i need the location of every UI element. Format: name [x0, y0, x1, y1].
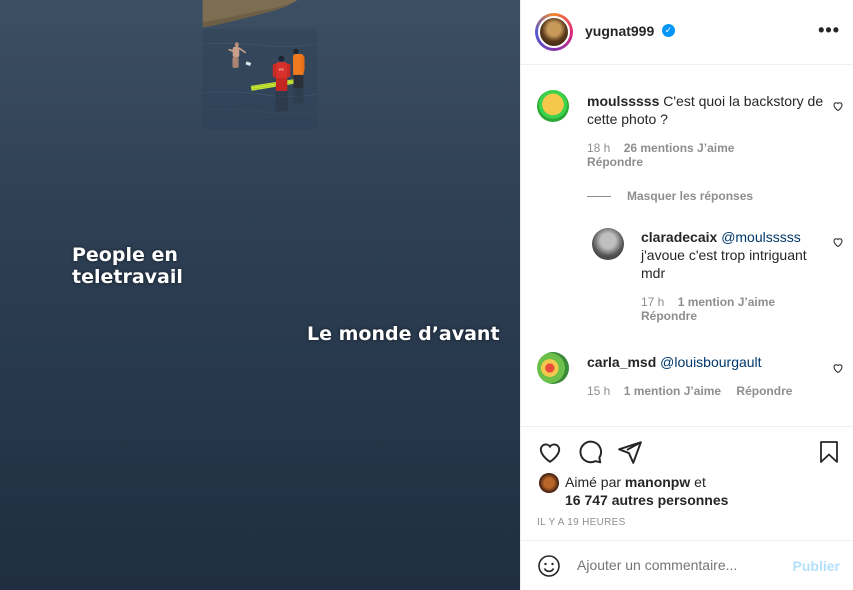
like-comment-heart-icon[interactable] — [832, 100, 844, 112]
photo-caption-left: People en teletravail — [72, 244, 183, 288]
commenter-username[interactable]: carla_msd — [587, 354, 656, 370]
comment-meta: 17 h 1 mention J’aime Répondre — [641, 295, 775, 323]
commenter-username[interactable]: claradecaix — [641, 229, 717, 245]
commenter-avatar[interactable] — [592, 228, 624, 260]
reply-button[interactable]: Répondre — [736, 384, 792, 398]
comment-item: moulsssss C'est quoi la backstory de cet… — [521, 66, 853, 186]
comment-reply: claradecaix @moulsssss j'avoue c'est tro… — [521, 216, 853, 336]
add-comment-bar: Publier — [521, 540, 853, 590]
likes-count[interactable]: 16 747 autres personnes — [565, 491, 728, 509]
post-header: yugnat999 ✓ ••• — [521, 0, 853, 65]
comments-list[interactable]: moulsssss C'est quoi la backstory de cet… — [521, 66, 853, 426]
comment-text: carla_msd @louisbourgault — [587, 353, 827, 371]
comment-time[interactable]: 17 h — [641, 295, 664, 309]
photo-caption-right: Le monde d’avant — [307, 323, 500, 345]
like-heart-icon[interactable] — [537, 439, 563, 465]
comment-item: carla_msd @louisbourgault 15 h 1 mention… — [521, 346, 853, 426]
story-ring[interactable] — [535, 13, 573, 51]
more-options-icon[interactable]: ••• — [818, 20, 840, 41]
divider-line — [587, 196, 611, 198]
comment-text: moulsssss C'est quoi la backstory de cet… — [587, 93, 824, 127]
post-author-username[interactable]: yugnat999 — [585, 23, 654, 39]
comment-likes[interactable]: 1 mention J’aime — [624, 384, 721, 398]
reply-button[interactable]: Répondre — [641, 309, 697, 323]
like-comment-heart-icon[interactable] — [832, 236, 844, 248]
liker-avatar[interactable] — [539, 473, 559, 493]
comment-bubble-icon[interactable] — [577, 439, 603, 465]
post-photo[interactable]: МЧС People en teletravail Le monde d’ava… — [0, 0, 520, 590]
comment-meta: 18 h 26 mentions J’aime Répondre — [587, 141, 734, 169]
hide-replies-button[interactable]: Masquer les réponses — [587, 189, 753, 203]
share-send-icon[interactable] — [617, 439, 643, 465]
comment-likes[interactable]: 1 mention J’aime — [678, 295, 775, 309]
commenter-username[interactable]: moulsssss — [587, 93, 659, 109]
reply-button[interactable]: Répondre — [587, 155, 643, 169]
mention-link[interactable]: @moulsssss — [721, 229, 801, 245]
comment-time[interactable]: 18 h — [587, 141, 610, 155]
svg-text:МЧС: МЧС — [279, 69, 285, 72]
comment-input[interactable] — [577, 557, 777, 573]
commenter-avatar[interactable] — [537, 90, 569, 122]
publish-button[interactable]: Publier — [793, 558, 840, 574]
liked-by-line: Aimé par manonpw et — [565, 474, 706, 490]
post-actions: Aimé par manonpw et 16 747 autres person… — [521, 426, 853, 540]
commenter-avatar[interactable] — [537, 352, 569, 384]
comment-time[interactable]: 15 h — [587, 384, 610, 398]
liker-username[interactable]: manonpw — [625, 474, 690, 490]
verified-badge-icon: ✓ — [662, 24, 675, 37]
comment-likes[interactable]: 26 mentions J’aime — [624, 141, 735, 155]
avatar[interactable] — [538, 16, 570, 48]
bookmark-icon[interactable] — [817, 439, 841, 465]
comment-text: claradecaix @moulsssss j'avoue c'est tro… — [641, 229, 807, 281]
post-side-panel: yugnat999 ✓ ••• moulsssss C'est quoi la … — [520, 0, 853, 590]
comment-meta: 15 h 1 mention J’aime Répondre — [587, 384, 792, 398]
mention-link[interactable]: @louisbourgault — [660, 354, 761, 370]
post-timestamp[interactable]: IL Y A 19 HEURES — [537, 517, 626, 528]
emoji-icon[interactable] — [537, 554, 561, 578]
river-bank: МЧС — [202, 0, 318, 130]
like-comment-heart-icon[interactable] — [832, 362, 844, 374]
